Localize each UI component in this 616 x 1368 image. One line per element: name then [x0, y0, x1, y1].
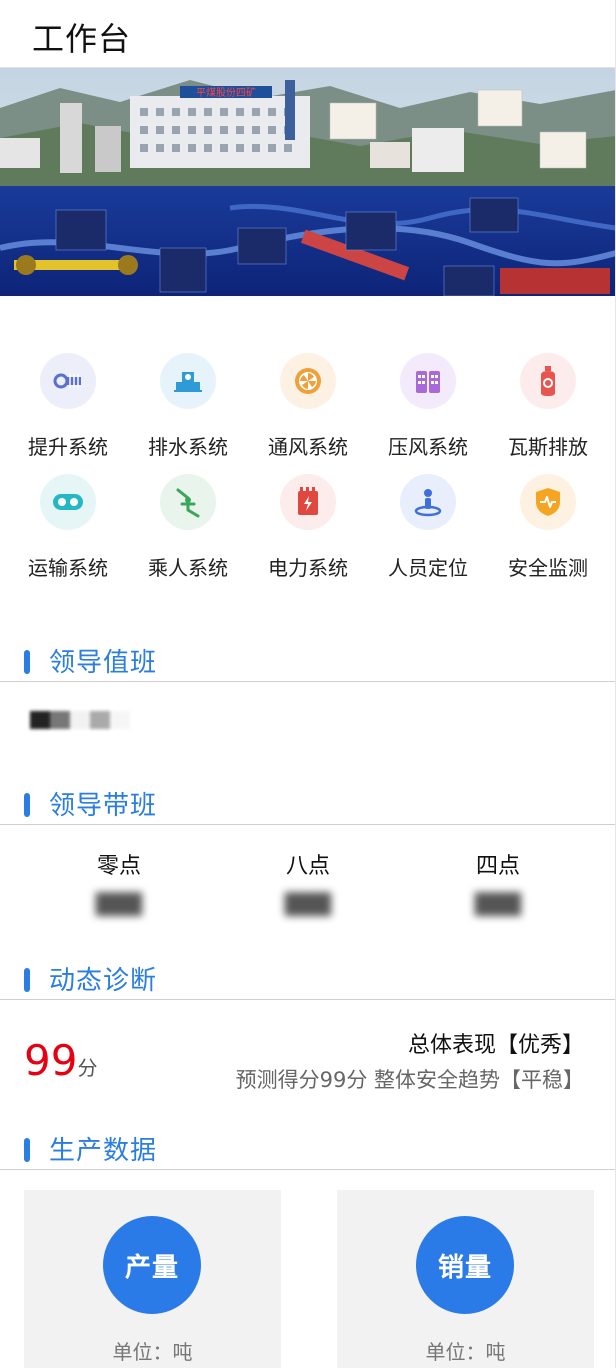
grid-item-drainage[interactable]: 排水系统: [128, 353, 248, 460]
section-title: 领导带班: [49, 791, 158, 821]
output-unit: 单位：吨: [112, 1340, 193, 1364]
section-marker: [24, 650, 30, 674]
grid-item-personnel-location[interactable]: 人员定位: [368, 474, 488, 581]
gas-icon: [520, 353, 576, 409]
grid-item-hoist[interactable]: 提升系统: [8, 353, 128, 460]
hoist-icon: [40, 353, 96, 409]
diagnosis-score: 99分: [24, 1036, 97, 1085]
shift-label: 四点: [475, 854, 520, 879]
sales-badge: 销量: [416, 1216, 514, 1314]
grid-item-label: 通风系统: [268, 435, 348, 459]
sales-card[interactable]: 销量 单位：吨: [337, 1190, 594, 1368]
section-leader-shift: 领导带班: [0, 777, 616, 825]
page-title: 工作台: [32, 20, 132, 58]
mine-overview-banner[interactable]: 平煤股份四矿: [0, 68, 616, 296]
shift-midnight: 零点 ███: [59, 848, 179, 916]
fan-icon: [280, 353, 336, 409]
section-leader-duty: 领导值班: [0, 634, 616, 682]
section-dynamic-diagnosis: 动态诊断: [0, 952, 616, 1000]
power-icon: [280, 474, 336, 530]
output-card[interactable]: 产量 单位：吨: [24, 1190, 281, 1368]
section-title: 领导值班: [49, 648, 158, 678]
grid-item-label: 压风系统: [388, 435, 468, 459]
grid-item-label: 人员定位: [388, 556, 468, 580]
section-title: 动态诊断: [49, 966, 158, 996]
grid-item-label: 运输系统: [28, 556, 108, 580]
grid-item-label: 提升系统: [28, 435, 108, 459]
shift-label: 八点: [285, 854, 330, 879]
grid-item-power[interactable]: 电力系统: [248, 474, 368, 581]
compressor-icon: [400, 353, 456, 409]
grid-item-gas-drainage[interactable]: 瓦斯排放: [488, 353, 608, 460]
shield-icon: [520, 474, 576, 530]
grid-item-compressed-air[interactable]: 压风系统: [368, 353, 488, 460]
section-marker: [24, 793, 30, 817]
pump-icon: [160, 353, 216, 409]
grid-item-label: 安全监测: [508, 556, 588, 580]
shift-four: 四点 ███: [438, 848, 558, 916]
score-unit: 分: [77, 1056, 98, 1080]
grid-item-safety-monitoring[interactable]: 安全监测: [488, 474, 608, 581]
grid-item-personnel-ride[interactable]: 乘人系统: [128, 474, 248, 581]
conveyor-icon: [40, 474, 96, 530]
duty-leader-name: [30, 711, 130, 729]
output-badge: 产量: [103, 1216, 201, 1314]
mine-sign: 平煤股份四矿: [196, 86, 256, 99]
prediction-text: 预测得分99分 整体安全趋势【平稳】: [235, 1068, 584, 1092]
grid-item-label: 电力系统: [268, 556, 348, 580]
sales-unit: 单位：吨: [425, 1340, 506, 1364]
section-production-data: 生产数据: [0, 1122, 616, 1170]
section-marker: [24, 968, 30, 992]
overall-performance: 总体表现【优秀】: [407, 1033, 584, 1058]
shift-label: 零点: [96, 854, 141, 879]
location-icon: [400, 474, 456, 530]
grid-item-transport[interactable]: 运输系统: [8, 474, 128, 581]
app-header: 工作台: [0, 0, 616, 68]
mine-scene-image: 平煤股份四矿: [0, 68, 616, 296]
section-marker: [24, 1138, 30, 1162]
grid-item-ventilation[interactable]: 通风系统: [248, 353, 368, 460]
section-title: 生产数据: [49, 1136, 158, 1166]
score-value: 99: [24, 1036, 78, 1085]
shift-leader-name: ███: [474, 892, 522, 916]
grid-item-label: 瓦斯排放: [508, 435, 588, 459]
shift-leader-name: ███: [95, 892, 143, 916]
grid-item-label: 乘人系统: [148, 556, 228, 580]
grid-item-label: 排水系统: [148, 435, 228, 459]
shift-eight: 八点 ███: [248, 848, 368, 916]
shift-leader-name: ███: [284, 892, 332, 916]
ride-icon: [160, 474, 216, 530]
